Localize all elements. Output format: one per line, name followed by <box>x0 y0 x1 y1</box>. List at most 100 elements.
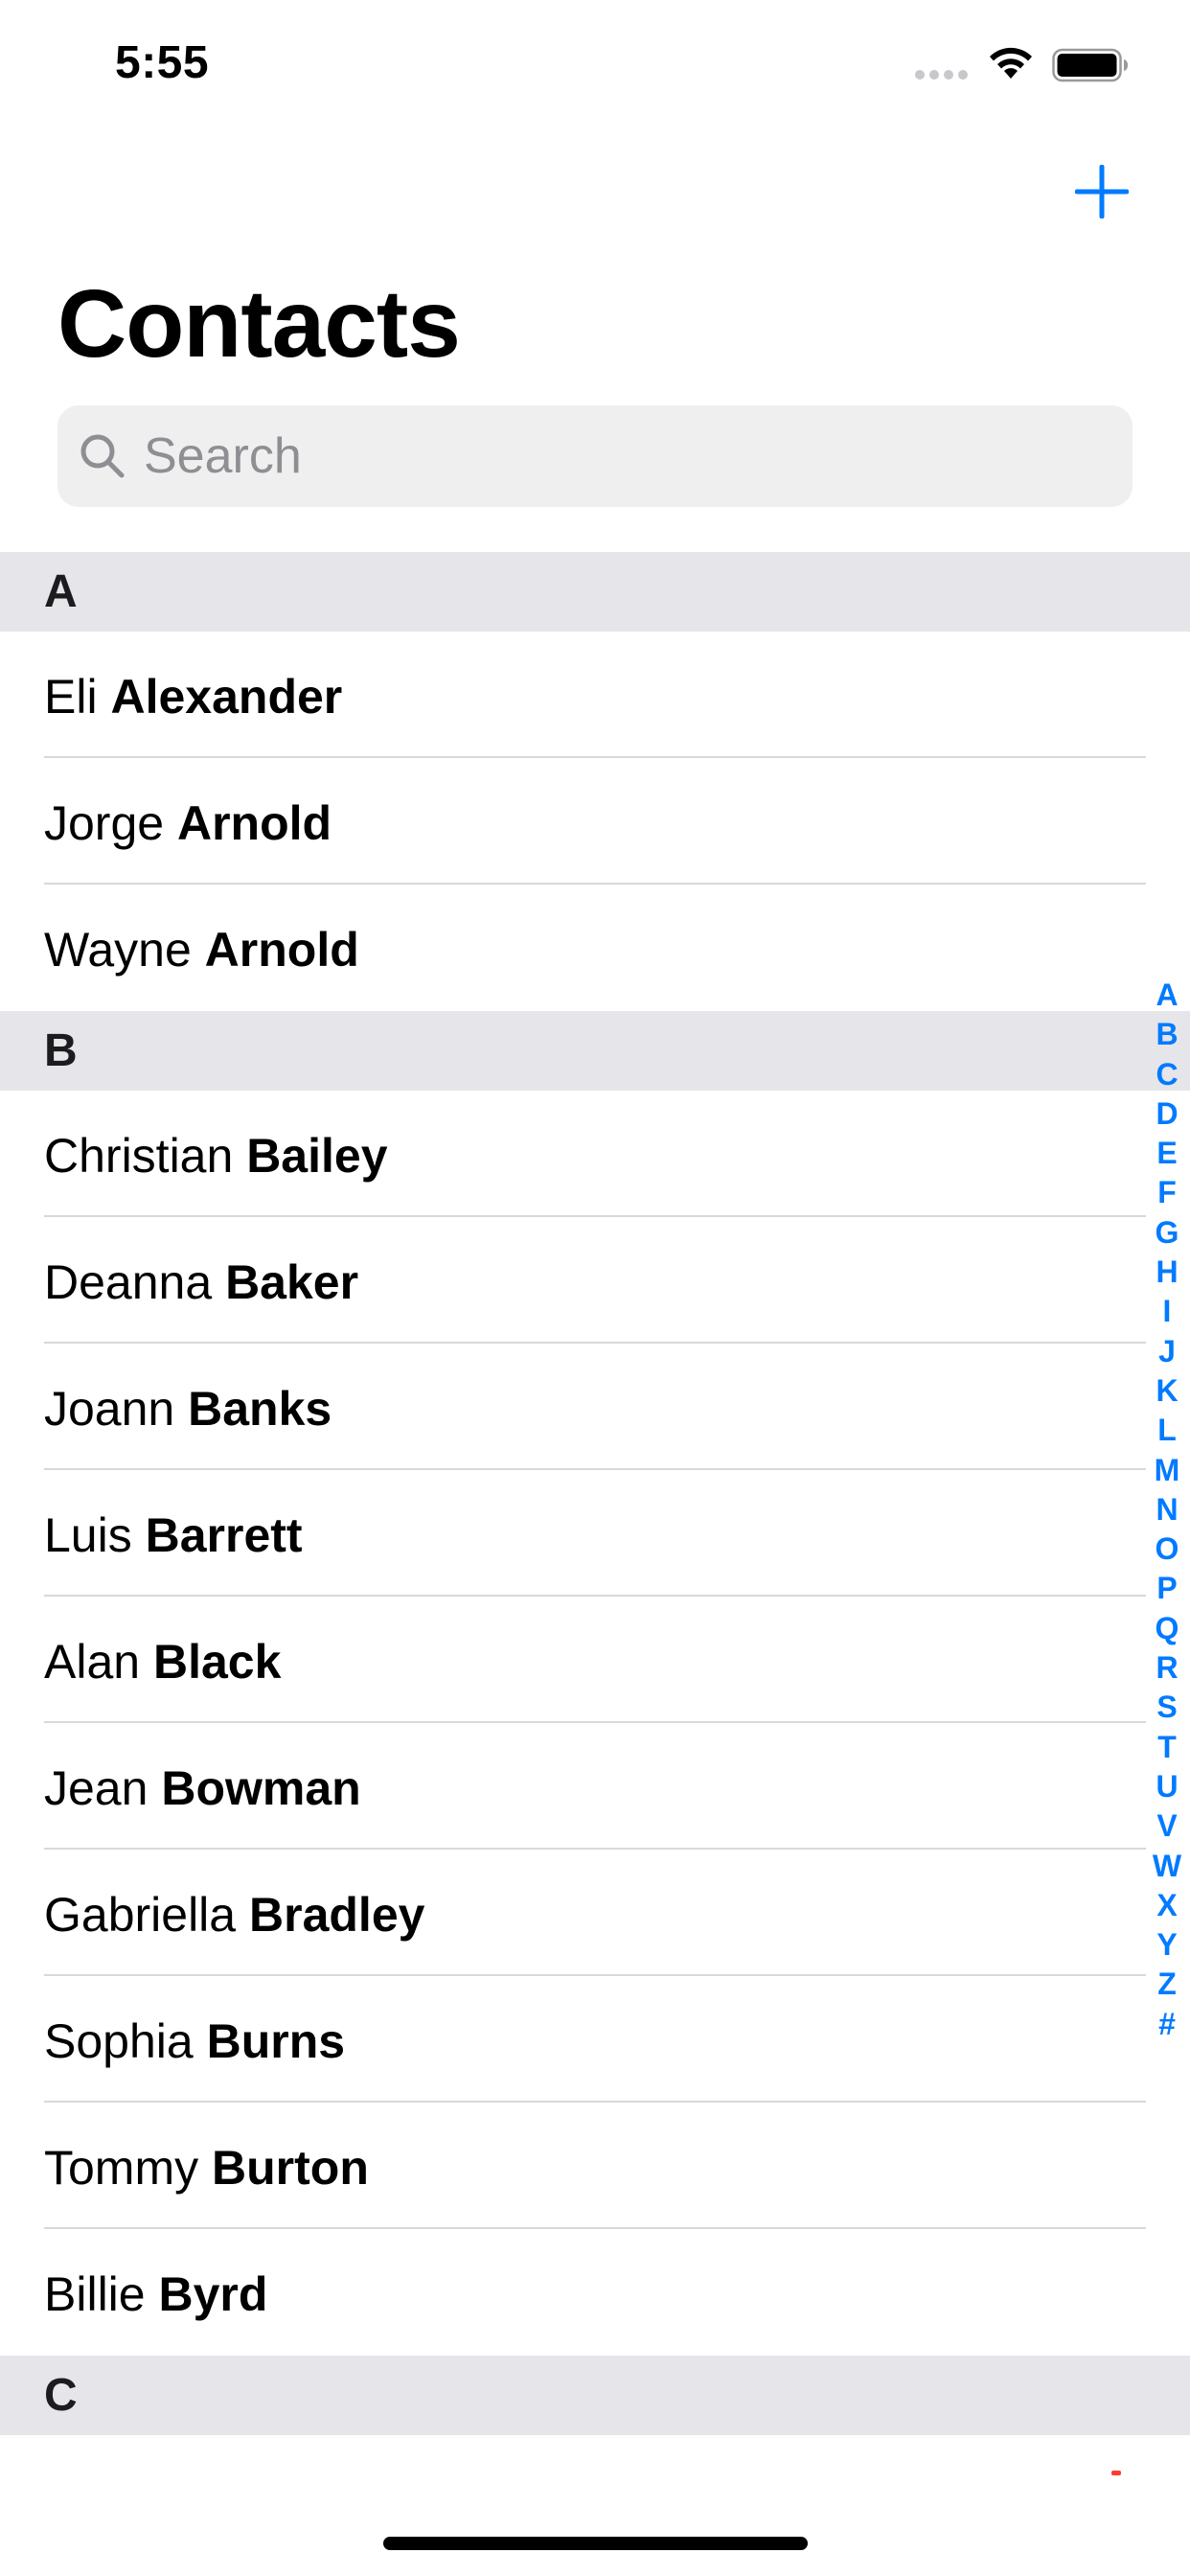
contact-row[interactable]: Tommy Burton <box>0 2103 1190 2229</box>
contact-row[interactable]: Alan Black <box>0 1597 1190 1723</box>
index-letter[interactable]: K <box>1156 1371 1178 1411</box>
index-letter[interactable]: S <box>1156 1688 1177 1727</box>
contact-last-name: Barrett <box>145 1508 303 1562</box>
contact-name: Billie Byrd <box>44 2267 267 2321</box>
section-letter: B <box>44 1025 78 1076</box>
contact-first-name: Sophia <box>44 2014 194 2068</box>
index-letter[interactable]: I <box>1163 1292 1172 1331</box>
section-letter: C <box>44 2370 78 2421</box>
section-letter: A <box>44 566 78 617</box>
contact-name: Sophia Burns <box>44 2014 345 2068</box>
index-letter[interactable]: U <box>1156 1767 1178 1806</box>
cellular-signal-icon <box>915 70 968 80</box>
index-letter[interactable]: W <box>1153 1847 1181 1886</box>
contact-last-name: Baker <box>225 1255 359 1309</box>
contact-row[interactable]: Joann Banks <box>0 1344 1190 1470</box>
plus-icon <box>1075 165 1129 218</box>
section-header-c: C <box>0 2356 1190 2435</box>
contact-row[interactable]: Sophia Burns <box>0 1976 1190 2103</box>
contact-row[interactable]: Deanna Baker <box>0 1217 1190 1344</box>
index-letter[interactable]: M <box>1155 1451 1180 1490</box>
index-letter[interactable]: C <box>1156 1055 1178 1094</box>
contact-name: Joann Banks <box>44 1382 332 1436</box>
contact-row[interactable]: Wayne Arnold <box>0 885 1190 1011</box>
contact-row[interactable]: Christian Bailey <box>0 1091 1190 1217</box>
contact-row[interactable]: Eli Alexander <box>0 632 1190 758</box>
contact-row[interactable]: Jean Bowman <box>0 1723 1190 1850</box>
contact-first-name: Alan <box>44 1635 141 1689</box>
contact-last-name: Arnold <box>176 796 332 850</box>
contact-last-name: Arnold <box>204 923 359 977</box>
contact-last-name: Banks <box>188 1382 332 1436</box>
battery-icon <box>1052 48 1128 82</box>
contact-list: A Eli Alexander Jorge Arnold Wayne Arnold B C… <box>0 552 1190 2435</box>
contact-last-name: Burns <box>206 2014 346 2068</box>
indicator-dot <box>1111 2471 1121 2475</box>
contact-last-name: Bailey <box>246 1129 388 1183</box>
contact-first-name: Eli <box>44 670 98 724</box>
section-header-a: A <box>0 552 1190 632</box>
status-time: 5:55 <box>115 37 210 88</box>
contact-row[interactable]: Billie Byrd <box>0 2229 1190 2356</box>
contact-first-name: Gabriella <box>44 1888 237 1942</box>
contact-name: Jorge Arnold <box>44 796 332 850</box>
index-letter[interactable]: # <box>1158 2005 1176 2044</box>
contact-row[interactable]: Gabriella Bradley <box>0 1850 1190 1976</box>
section-index[interactable]: A B C D E F G H I J K L M N O P Q R S T U V W X Y Z # <box>1148 976 1186 2044</box>
index-letter[interactable]: Q <box>1156 1609 1179 1648</box>
page-title: Contacts <box>57 270 461 378</box>
index-letter[interactable]: V <box>1156 1806 1177 1846</box>
index-letter[interactable]: R <box>1156 1648 1178 1688</box>
contact-first-name: Jean <box>44 1761 149 1815</box>
contact-name: Tommy Burton <box>44 2141 369 2195</box>
contact-first-name: Deanna <box>44 1255 213 1309</box>
index-letter[interactable]: G <box>1156 1213 1179 1253</box>
contact-first-name: Tommy <box>44 2141 199 2195</box>
home-indicator[interactable] <box>383 2537 808 2550</box>
contact-last-name: Bowman <box>161 1761 361 1815</box>
contact-last-name: Bradley <box>249 1888 425 1942</box>
contact-last-name: Byrd <box>158 2267 268 2321</box>
index-letter[interactable]: Z <box>1157 1965 1177 2004</box>
index-letter[interactable]: J <box>1158 1332 1176 1371</box>
contact-row[interactable]: Luis Barrett <box>0 1470 1190 1597</box>
index-letter[interactable]: T <box>1157 1728 1177 1767</box>
contact-last-name: Black <box>152 1635 282 1689</box>
index-letter[interactable]: P <box>1156 1569 1177 1608</box>
status-bar: 5:55 <box>0 0 1190 126</box>
contact-row[interactable]: Jorge Arnold <box>0 758 1190 885</box>
search-input[interactable] <box>144 405 1111 507</box>
contact-first-name: Wayne <box>44 923 192 977</box>
index-letter[interactable]: O <box>1156 1530 1179 1569</box>
contact-first-name: Billie <box>44 2267 146 2321</box>
contact-first-name: Christian <box>44 1129 234 1183</box>
index-letter[interactable]: E <box>1156 1134 1177 1173</box>
index-letter[interactable]: Y <box>1156 1925 1177 1965</box>
index-letter[interactable]: N <box>1156 1490 1178 1530</box>
index-letter[interactable]: F <box>1157 1173 1177 1212</box>
index-letter[interactable]: H <box>1156 1253 1178 1292</box>
contact-first-name: Jorge <box>44 796 165 850</box>
wifi-icon <box>990 47 1032 79</box>
contact-name: Luis Barrett <box>44 1508 303 1562</box>
index-letter[interactable]: D <box>1156 1094 1178 1134</box>
search-icon <box>80 434 125 478</box>
index-letter[interactable]: X <box>1156 1886 1177 1925</box>
contact-last-name: Alexander <box>110 670 343 724</box>
section-header-b: B <box>0 1011 1190 1091</box>
index-letter[interactable]: B <box>1156 1015 1178 1054</box>
contact-name: Eli Alexander <box>44 670 342 724</box>
contact-last-name: Burton <box>212 2141 369 2195</box>
contact-name: Christian Bailey <box>44 1129 388 1183</box>
contact-name: Alan Black <box>44 1635 281 1689</box>
contact-name: Deanna Baker <box>44 1255 358 1309</box>
contact-name: Jean Bowman <box>44 1761 361 1815</box>
search-bar[interactable] <box>57 405 1133 507</box>
add-contact-button[interactable] <box>1071 161 1133 222</box>
contact-first-name: Joann <box>44 1382 175 1436</box>
contact-name: Gabriella Bradley <box>44 1888 424 1942</box>
index-letter[interactable]: L <box>1157 1411 1177 1450</box>
index-letter[interactable]: A <box>1156 976 1178 1015</box>
contact-first-name: Luis <box>44 1508 132 1562</box>
contact-name: Wayne Arnold <box>44 923 359 977</box>
